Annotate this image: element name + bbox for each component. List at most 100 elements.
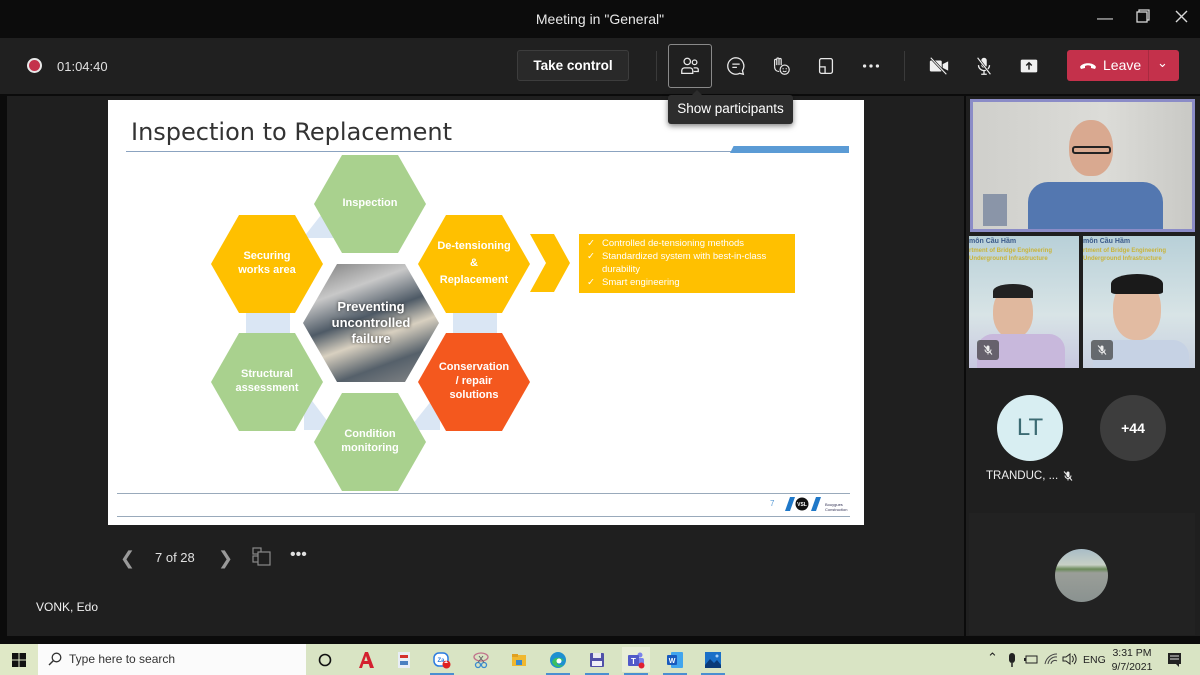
share-icon <box>1020 59 1038 73</box>
svg-text:W: W <box>669 658 676 665</box>
close-button[interactable] <box>1166 6 1196 32</box>
title-accent-bar <box>730 146 849 153</box>
camera-toggle-button[interactable] <box>917 44 961 88</box>
participants-button[interactable] <box>668 44 712 88</box>
snipping-tool-icon <box>473 651 489 668</box>
bullet-item: Controlled de-tensioning methods <box>587 237 787 250</box>
hex-connector <box>453 312 497 334</box>
hang-up-icon <box>1080 63 1096 69</box>
taskbar-app-autocad[interactable] <box>352 647 380 672</box>
toolbar-divider <box>656 51 657 81</box>
clock-time: 3:31 PM <box>1112 647 1152 659</box>
mic-off-icon <box>1097 345 1107 355</box>
language-indicator[interactable]: ENG <box>1083 654 1106 666</box>
slide-more-button[interactable]: ••• <box>290 546 307 564</box>
more-options-button[interactable] <box>849 44 893 88</box>
camera-off-icon <box>929 56 949 76</box>
presenter-name: VONK, Edo <box>36 600 99 614</box>
search-placeholder: Type here to search <box>69 652 176 666</box>
mic-off-icon <box>1063 471 1073 481</box>
video-banner-text: môn Cầu Hầm <box>969 238 1017 245</box>
elapsed-time: 01:04:40 <box>57 59 108 74</box>
pdf-reader-icon <box>398 651 410 668</box>
speaker-glasses <box>1072 146 1111 154</box>
mic-off-icon <box>976 57 992 75</box>
slide-thumbnails-button[interactable] <box>252 547 271 571</box>
volume-icon[interactable] <box>1062 653 1078 665</box>
folder-icon <box>512 653 526 666</box>
floppy-save-icon <box>590 652 604 667</box>
background-object <box>983 194 1007 226</box>
hex-securing-works-area: Securing works area <box>211 215 323 313</box>
video-banner-text: rtment of Bridge Engineering Underground … <box>969 248 1053 262</box>
taskbar-app-snipping[interactable] <box>467 647 495 672</box>
taskbar-app-word[interactable]: W <box>661 647 689 675</box>
chevron-arrow-icon <box>530 234 570 292</box>
leave-button[interactable]: Leave ⌄ <box>1067 50 1179 81</box>
taskbar-app-save[interactable] <box>583 647 611 675</box>
taskbar-search-box[interactable]: Type here to search <box>38 644 306 675</box>
system-clock[interactable]: 3:31 PM 9/7/2021 <box>1107 646 1157 674</box>
hex-center-image: Preventing uncontrolled failure <box>303 264 439 382</box>
taskbar-app-zalo[interactable]: Za 1 <box>428 647 456 675</box>
taskbar-app-edge[interactable] <box>544 647 572 675</box>
taskbar-app-pdf[interactable] <box>390 647 418 672</box>
raise-hand-icon <box>773 57 790 75</box>
autocad-icon <box>359 651 374 668</box>
participant-name: TRANDUC, ... <box>986 470 1059 482</box>
bullet-item: Smart engineering <box>587 276 787 289</box>
video-tile-participant[interactable]: môn Cầu Hầm rtment of Bridge Engineering… <box>1083 236 1195 368</box>
windows-logo-icon <box>12 652 26 667</box>
hex-detensioning-replacement: De-tensioning & Replacement <box>418 215 530 313</box>
vsl-logo-icon: VSL <box>785 497 821 511</box>
search-icon <box>48 652 62 666</box>
people-icon <box>681 57 699 74</box>
wifi-icon[interactable] <box>1044 653 1058 665</box>
presentation-slide: Inspection to Replacement Inspection De-… <box>108 100 864 525</box>
battery-icon[interactable] <box>1024 654 1038 665</box>
rooms-button[interactable] <box>804 44 848 88</box>
next-slide-button[interactable]: ❯ <box>218 548 233 569</box>
chat-button[interactable] <box>714 44 758 88</box>
thumbnails-icon <box>252 547 271 566</box>
slide-page-indicator: 7 of 28 <box>155 550 195 565</box>
video-tile-speaker[interactable] <box>970 99 1195 232</box>
take-control-button[interactable]: Take control <box>517 50 629 81</box>
mic-toggle-button[interactable] <box>962 44 1006 88</box>
start-button[interactable] <box>0 644 38 675</box>
participant-hair <box>1111 274 1163 294</box>
chevron-down-icon[interactable]: ⌄ <box>1157 55 1168 71</box>
window-title: Meeting in "General" <box>535 11 665 27</box>
zalo-icon: Za <box>433 651 451 668</box>
notifications-icon[interactable] <box>1167 652 1182 667</box>
taskbar-app-photos[interactable] <box>699 647 727 675</box>
taskbar-app-file-explorer[interactable] <box>505 647 533 672</box>
restore-icon <box>1136 9 1150 23</box>
logo-subtext: Bouygues Construction <box>825 502 848 512</box>
edge-icon <box>550 651 566 668</box>
previous-slide-button[interactable]: ❮ <box>120 548 135 569</box>
microphone-tray-icon[interactable] <box>1007 653 1017 667</box>
teams-icon: T <box>628 652 645 668</box>
participant-avatar[interactable]: LT <box>997 395 1063 461</box>
clock-date: 9/7/2021 <box>1111 661 1153 673</box>
bullet-box: Controlled de-tensioning methods Standar… <box>579 234 795 293</box>
participants-tooltip: Show participants <box>668 90 793 124</box>
reactions-button[interactable] <box>759 44 803 88</box>
video-tile-participant[interactable]: môn Cầu Hầm rtment of Bridge Engineering… <box>969 236 1079 368</box>
video-banner-text: môn Cầu Hầm <box>1083 238 1131 245</box>
cortana-button[interactable] <box>311 647 339 672</box>
restore-button[interactable] <box>1128 6 1158 32</box>
svg-text:T: T <box>631 657 636 666</box>
cortana-icon <box>318 653 332 666</box>
hex-condition-monitoring: Condition monitoring <box>314 393 426 491</box>
more-participants-button[interactable]: +44 <box>1100 395 1166 461</box>
leave-divider <box>1148 50 1149 81</box>
more-icon <box>862 64 880 68</box>
mic-off-icon <box>983 345 993 355</box>
taskbar-app-teams[interactable]: T <box>622 647 650 675</box>
participant-muted-badge <box>977 340 999 360</box>
share-button[interactable] <box>1007 44 1051 88</box>
minimize-button[interactable]: — <box>1090 6 1120 32</box>
show-hidden-icons-button[interactable]: ⌃ <box>987 650 998 666</box>
